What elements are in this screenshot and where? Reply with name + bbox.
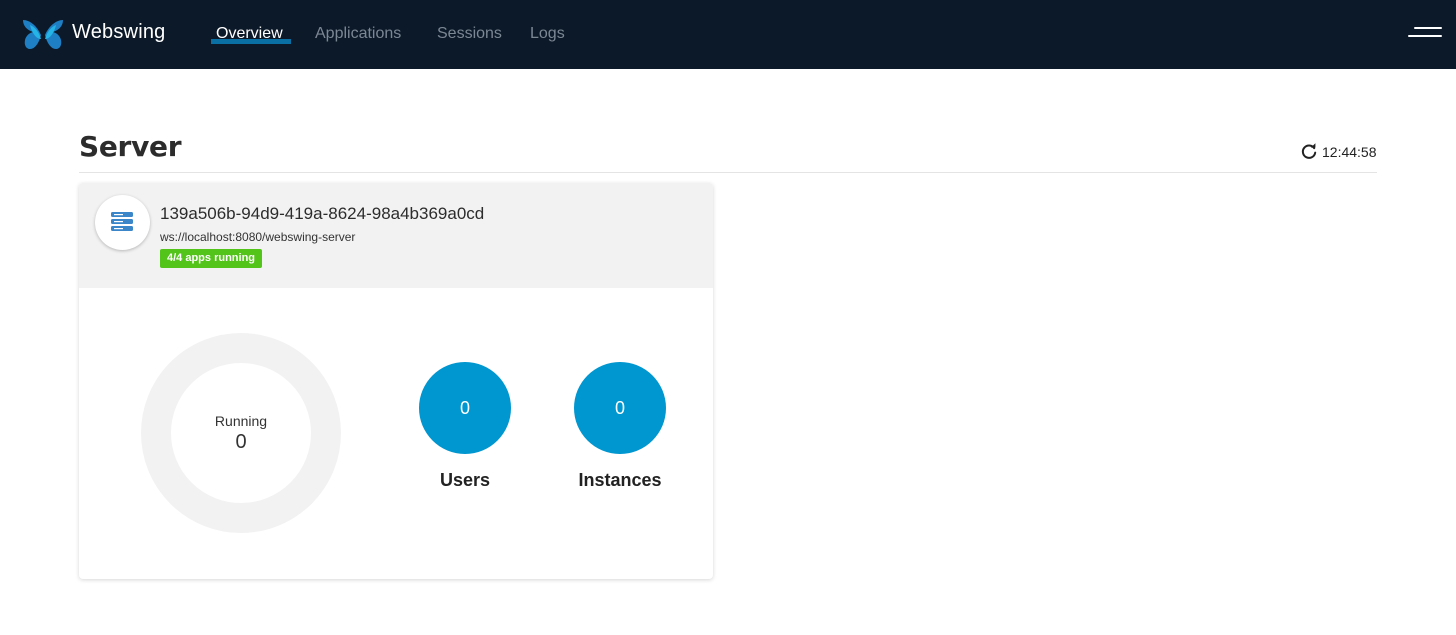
brand-name[interactable]: Webswing [72, 21, 166, 44]
running-count: 0 [235, 431, 247, 453]
server-id: 139a506b-94d9-419a-8624-98a4b369a0cd [160, 204, 485, 223]
last-refresh-time: 12:44:58 [1322, 144, 1377, 160]
webswing-logo-icon[interactable] [21, 17, 65, 51]
nav-applications[interactable]: Applications [315, 25, 401, 43]
running-label: Running [214, 413, 268, 429]
server-card-header: 139a506b-94d9-419a-8624-98a4b369a0cd ws:… [79, 183, 713, 288]
active-tab-indicator [211, 39, 291, 44]
nav-logs[interactable]: Logs [530, 25, 565, 43]
instances-count-circle: 0 [574, 362, 666, 454]
refresh-icon[interactable] [1300, 143, 1318, 161]
top-navbar: Webswing Overview Applications Sessions … [0, 0, 1456, 69]
instances-label: Instances [578, 470, 662, 490]
server-avatar [95, 195, 150, 250]
header-divider [79, 172, 1377, 173]
users-label: Users [439, 470, 491, 490]
status-badge: 4/4 apps running [160, 249, 263, 268]
server-card: 139a506b-94d9-419a-8624-98a4b369a0cd ws:… [79, 183, 713, 579]
users-count-circle: 0 [419, 362, 511, 454]
refresh-button[interactable]: 12:44:58 [1300, 142, 1377, 162]
hamburger-icon[interactable] [1408, 23, 1442, 43]
nav-sessions[interactable]: Sessions [437, 25, 502, 43]
server-url: ws://localhost:8080/webswing-server [160, 230, 356, 244]
page-title: Server [79, 130, 182, 163]
server-stack-icon [111, 212, 133, 231]
